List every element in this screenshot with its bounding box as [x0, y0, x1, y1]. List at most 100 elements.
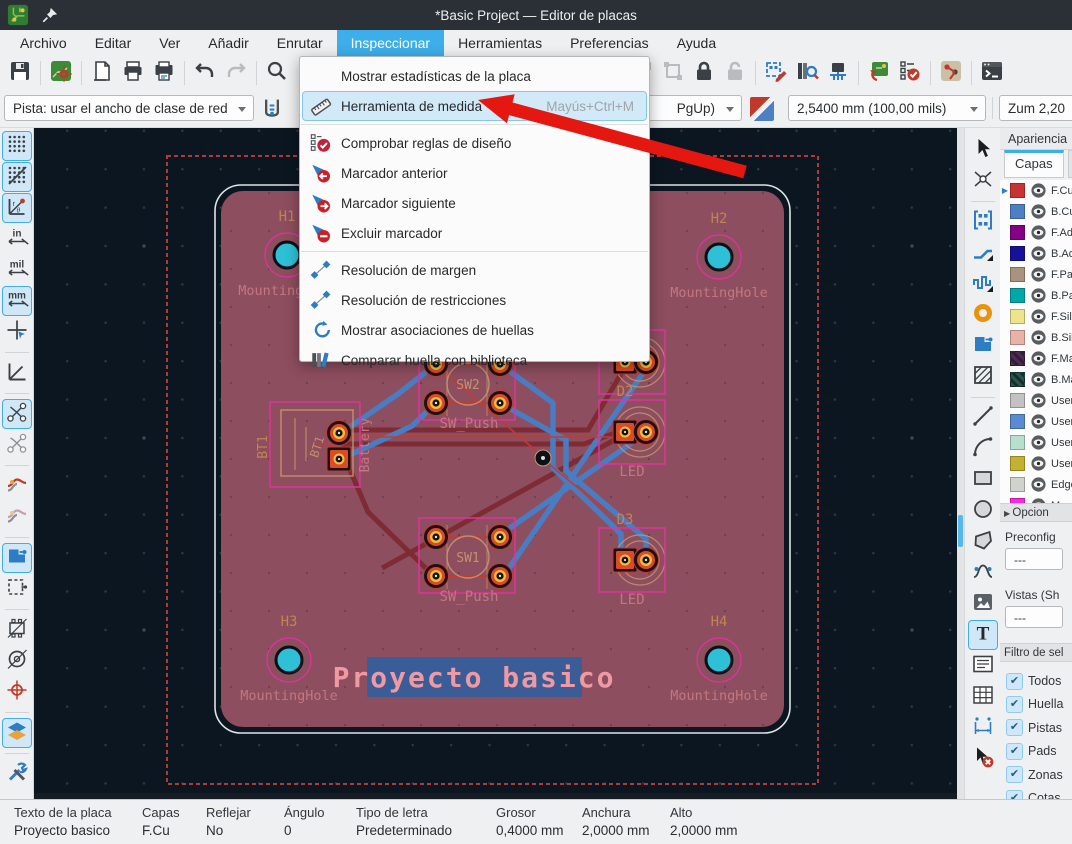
checkbox-checked-icon[interactable]: ✔	[1006, 673, 1023, 690]
menu-item-marcador-siguiente[interactable]: Marcador siguiente	[302, 188, 647, 218]
external-plugin-button[interactable]	[937, 59, 965, 87]
checkbox-checked-icon[interactable]: ✔	[1006, 719, 1023, 736]
visibility-eye-icon[interactable]	[1030, 434, 1047, 451]
menu-item-resoluci-n-de-restricciones[interactable]: Resolución de restricciones	[302, 285, 647, 315]
menubar-item-añadir[interactable]: Añadir	[194, 30, 262, 56]
visibility-eye-icon[interactable]	[1030, 245, 1047, 262]
menu-item-comprobar-reglas-de-dise-o[interactable]: Comprobar reglas de diseño	[302, 128, 647, 158]
library-browser-button[interactable]	[793, 59, 821, 87]
layer-row[interactable]: F.Paste	[1000, 264, 1072, 285]
net-class-width-button[interactable]	[258, 95, 286, 123]
redo-button[interactable]	[222, 59, 250, 87]
update-pcb-from-schematic-button[interactable]	[865, 59, 893, 87]
cursor-shape-button[interactable]	[3, 318, 31, 346]
via-size-select[interactable]: 2,5400 mm (100,00 mils)	[788, 95, 986, 121]
save-button[interactable]	[6, 59, 34, 87]
menu-item-mostrar-estad-sticas-de-la-placa[interactable]: Mostrar estadísticas de la placa	[302, 61, 647, 91]
menubar-item-inspeccionar[interactable]: Inspeccionar	[337, 30, 444, 56]
tune-length-button[interactable]	[969, 270, 997, 298]
visibility-eye-icon[interactable]	[1030, 329, 1047, 346]
net-inspector-button[interactable]	[824, 59, 852, 87]
select-button[interactable]	[969, 136, 997, 164]
sketch-vias-button[interactable]	[3, 678, 31, 706]
layer-row[interactable]: B.Silkscreen	[1000, 327, 1072, 348]
draw-arc-button[interactable]	[969, 435, 997, 463]
checkbox-checked-icon[interactable]: ✔	[1006, 766, 1023, 783]
curved-ratsnest-button[interactable]	[3, 431, 31, 459]
menu-item-mostrar-asociaciones-de-huellas[interactable]: Mostrar asociaciones de huellas	[302, 315, 647, 345]
add-via-button[interactable]	[969, 301, 997, 329]
route-tracks-button[interactable]	[969, 239, 997, 267]
layer-pair-button[interactable]	[748, 95, 776, 123]
layer-row[interactable]: User.Comments	[1000, 411, 1072, 432]
layer-row[interactable]: F.Adhesive	[1000, 222, 1072, 243]
visibility-eye-icon[interactable]	[1030, 413, 1047, 430]
add-textbox-button[interactable]	[969, 652, 997, 680]
tab-objects[interactable]: Objetos	[1068, 150, 1072, 178]
visibility-eye-icon[interactable]	[1030, 350, 1047, 367]
draw-polygon-button[interactable]	[969, 528, 997, 556]
menu-item-marcador-anterior[interactable]: Marcador anterior	[302, 158, 647, 188]
track-display-button[interactable]	[3, 503, 31, 531]
checkbox-checked-icon[interactable]: ✔	[1006, 696, 1023, 713]
scrollbar-thumb[interactable]	[958, 515, 963, 547]
footprint-editor-button[interactable]	[762, 59, 790, 87]
menubar-item-preferencias[interactable]: Preferencias	[556, 30, 663, 56]
visibility-eye-icon[interactable]	[1030, 371, 1047, 388]
options-section-header[interactable]: ▶ Opcion	[1000, 503, 1072, 522]
menubar-item-enrutar[interactable]: Enrutar	[263, 30, 337, 56]
units-mil-button[interactable]: mil	[3, 256, 31, 284]
undo-button[interactable]	[191, 59, 219, 87]
lock-button[interactable]	[690, 59, 718, 87]
zone-fill-button[interactable]	[3, 544, 31, 572]
add-text-button[interactable]: T	[969, 621, 997, 649]
layer-row[interactable]: B.Adhesive	[1000, 243, 1072, 264]
zone-outline-button[interactable]	[3, 575, 31, 603]
layer-row[interactable]: B.Paste	[1000, 285, 1072, 306]
track-width-select[interactable]: Pista: usar el ancho de clase de red	[4, 95, 254, 121]
page-settings-button[interactable]	[88, 59, 116, 87]
draw-bezier-button[interactable]	[969, 559, 997, 587]
filter-zonas[interactable]: ✔Zonas	[1006, 766, 1063, 784]
plot-button[interactable]	[150, 59, 178, 87]
checkbox-checked-icon[interactable]: ✔	[1006, 790, 1023, 800]
rule-area-button[interactable]	[969, 363, 997, 391]
menu-item-resoluci-n-de-margen[interactable]: Resolución de margen	[302, 255, 647, 285]
menubar-item-editar[interactable]: Editar	[81, 30, 146, 56]
filter-cotas[interactable]: ✔Cotas	[1006, 789, 1061, 799]
layer-row[interactable]: User.Drawings	[1000, 390, 1072, 411]
grid-override-button[interactable]	[3, 163, 31, 191]
highlight-net-button[interactable]	[969, 167, 997, 195]
units-mm-button[interactable]: mm	[3, 287, 31, 315]
menu-item-comparar-huella-con-biblioteca[interactable]: Comparar huella con biblioteca	[302, 345, 647, 375]
filter-huella[interactable]: ✔Huella	[1006, 695, 1063, 713]
visibility-eye-icon[interactable]	[1030, 224, 1047, 241]
high-contrast-button[interactable]	[3, 719, 31, 747]
sketch-footprints-button[interactable]	[3, 616, 31, 644]
find-button[interactable]	[263, 59, 291, 87]
scripting-console-button[interactable]	[978, 59, 1006, 87]
vertical-scrollbar[interactable]	[957, 128, 964, 799]
visibility-eye-icon[interactable]	[1030, 308, 1047, 325]
add-footprint-button[interactable]	[969, 208, 997, 236]
zoom-select[interactable]: Zum 2,20	[999, 95, 1072, 121]
menu-item-excluir-marcador[interactable]: Excluir marcador	[302, 218, 647, 248]
units-in-button[interactable]: in	[3, 225, 31, 253]
draw-circle-button[interactable]	[969, 497, 997, 525]
add-zone-button[interactable]	[969, 332, 997, 360]
layer-row[interactable]: Edge.Cuts	[1000, 474, 1072, 495]
visibility-eye-icon[interactable]	[1030, 203, 1047, 220]
layer-row[interactable]: F.Silkscreen	[1000, 306, 1072, 327]
design-rules-check-button[interactable]	[896, 59, 924, 87]
layer-row[interactable]: B.Cu	[1000, 201, 1072, 222]
layer-row[interactable]: F.Mask	[1000, 348, 1072, 369]
net-colors-button[interactable]	[3, 472, 31, 500]
board-setup-button[interactable]	[47, 59, 75, 87]
menubar-item-ver[interactable]: Ver	[145, 30, 194, 56]
draw-rectangle-button[interactable]	[969, 466, 997, 494]
visibility-eye-icon[interactable]	[1030, 455, 1047, 472]
ratsnest-button[interactable]	[3, 400, 31, 428]
visibility-eye-icon[interactable]	[1030, 392, 1047, 409]
visibility-eye-icon[interactable]	[1030, 266, 1047, 283]
sketch-pads-button[interactable]	[3, 647, 31, 675]
